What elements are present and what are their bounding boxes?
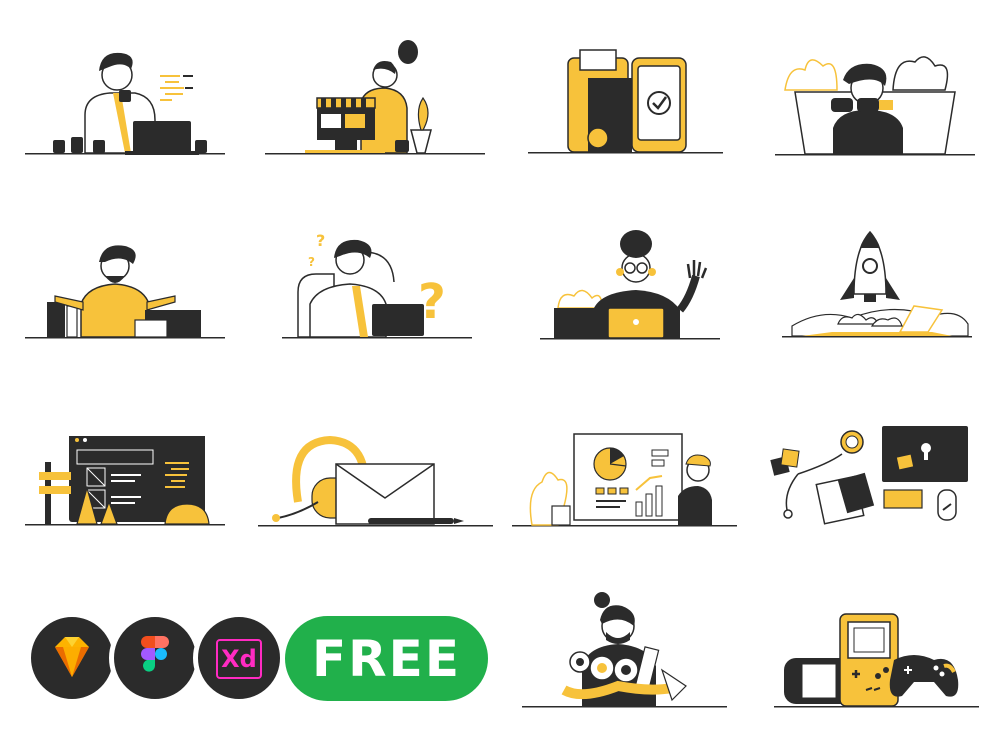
figma-icon — [141, 636, 169, 672]
illustration-business-report — [512, 430, 737, 530]
adobe-xd-badge: Xd — [193, 612, 285, 704]
illustration-search-binoculars — [775, 48, 975, 158]
illustration-support-mail — [258, 432, 493, 530]
illustration-question-laptop: ? ? ? — [282, 231, 472, 342]
free-button[interactable]: FREE — [280, 611, 493, 706]
illustration-online-shop — [265, 40, 485, 160]
sketch-diamond-icon — [55, 637, 89, 677]
figma-badge — [109, 612, 201, 704]
illustration-video-call-wave — [540, 228, 720, 343]
illustration-confused-files — [25, 240, 225, 340]
svg-text:?: ? — [316, 231, 325, 250]
illustration-developer-coffee — [25, 45, 225, 160]
illustration-carrying-items — [522, 590, 727, 710]
illustration-workspace-topview — [768, 424, 973, 525]
illustration-rocket-launch — [782, 228, 972, 343]
illustration-under-construction — [25, 432, 225, 530]
svg-text:?: ? — [308, 255, 315, 269]
svg-text:?: ? — [418, 274, 446, 330]
xd-label: Xd — [221, 645, 257, 673]
illustration-mobile-payment — [528, 48, 723, 158]
illustration-game-consoles — [774, 610, 979, 710]
sketch-badge — [26, 612, 118, 704]
